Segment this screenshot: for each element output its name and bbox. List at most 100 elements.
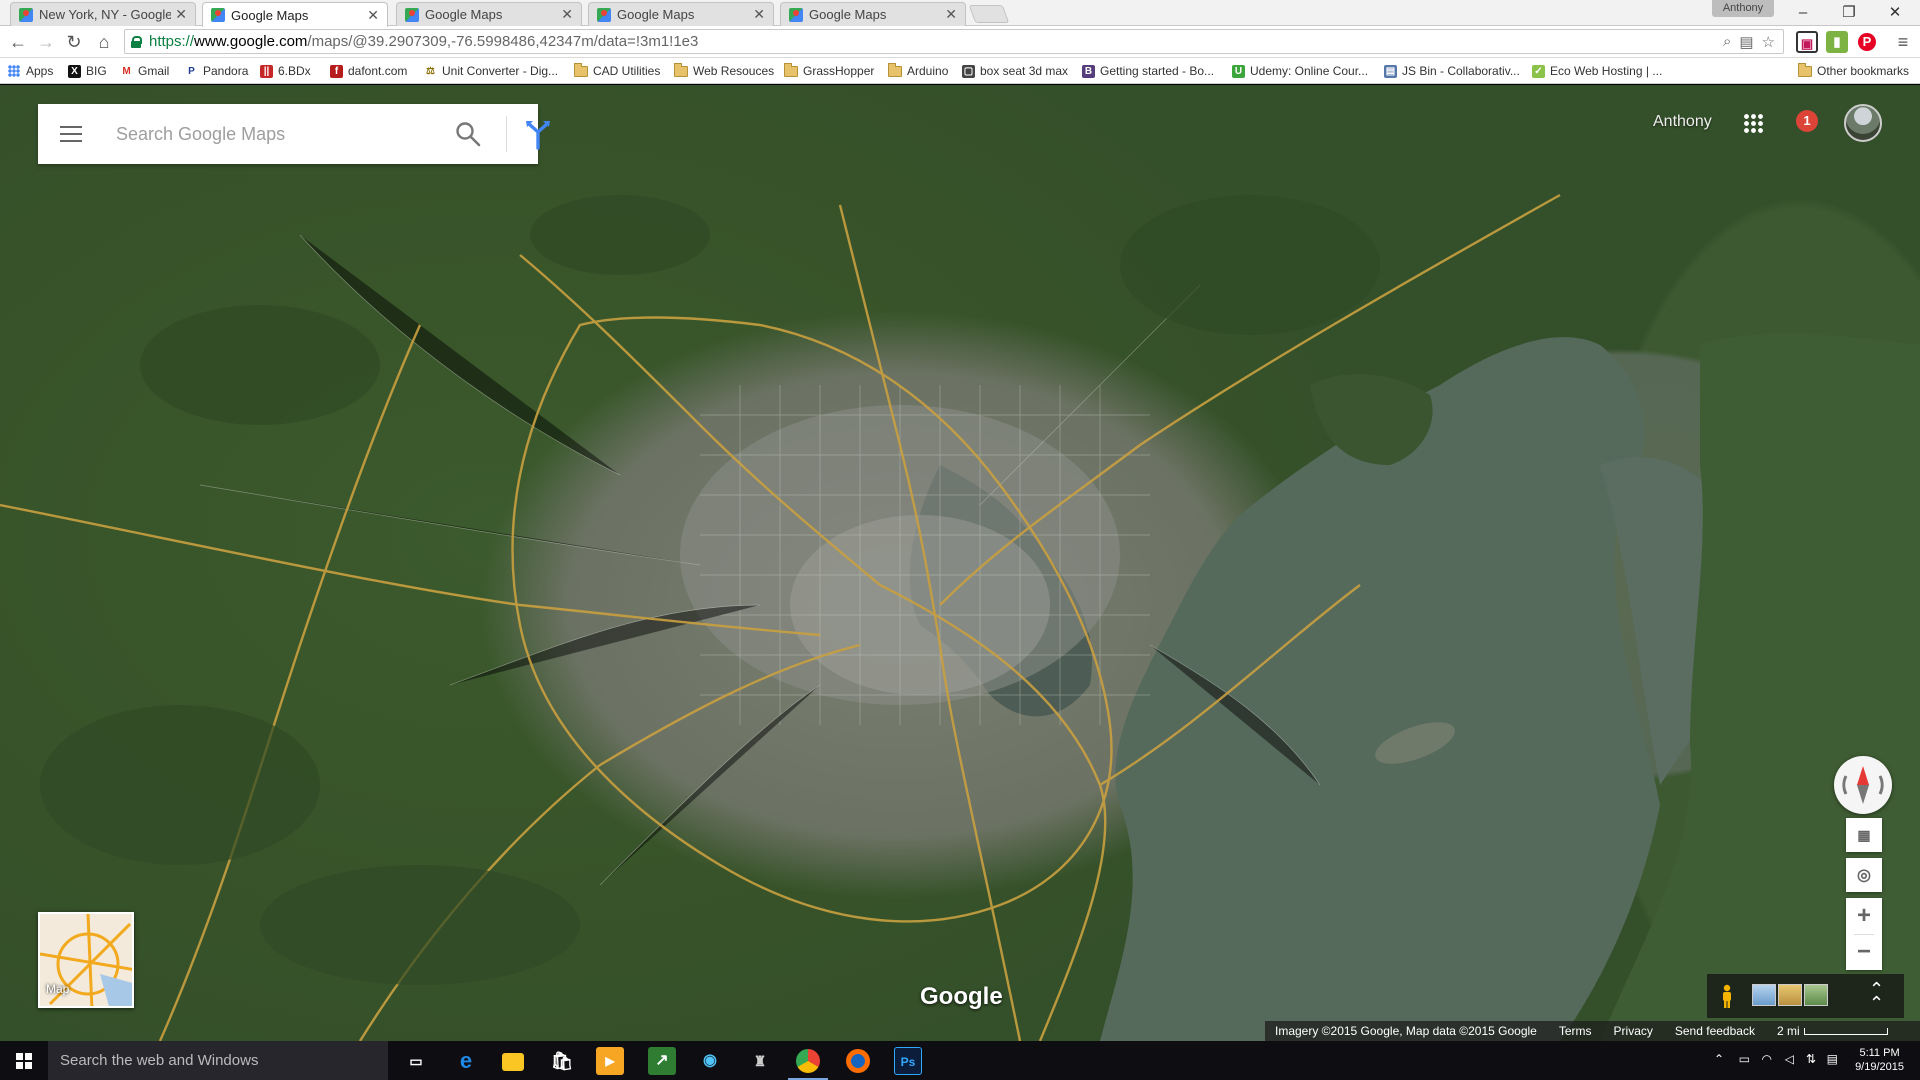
search-icon[interactable] <box>454 120 482 148</box>
bookmark-jsbin[interactable]: ▤ JS Bin - Collaborativ... <box>1384 63 1520 79</box>
page-action-icon[interactable]: ▤ <box>1739 33 1753 51</box>
account-name[interactable]: Anthony <box>1653 113 1712 131</box>
zoom-in-button[interactable]: + <box>1846 898 1882 934</box>
new-tab-button[interactable] <box>968 5 1010 23</box>
pinterest-icon[interactable]: P <box>1858 33 1876 51</box>
tab-close-icon[interactable]: ✕ <box>753 6 765 23</box>
edge-icon[interactable]: e <box>452 1047 480 1075</box>
extension-evernote-icon[interactable]: ▮ <box>1826 31 1848 53</box>
bookmark-grasshopper[interactable]: GrassHopper <box>784 62 874 79</box>
profile-button[interactable]: Anthony <box>1712 0 1774 17</box>
zoom-magnifier-icon[interactable]: ⌕ <box>1723 33 1731 51</box>
extension-color-picker-icon[interactable]: ▣ <box>1796 31 1818 53</box>
tab-google-maps-active[interactable]: Google Maps ✕ <box>202 2 388 27</box>
chrome-icon[interactable] <box>796 1049 820 1073</box>
media-player-icon[interactable]: ▶ <box>596 1047 624 1075</box>
imagery-thumb-3[interactable] <box>1804 984 1828 1006</box>
tab-close-icon[interactable]: ✕ <box>945 6 957 23</box>
google-maps-favicon-icon <box>789 7 803 22</box>
bookmark-apps[interactable]: Apps <box>8 63 53 79</box>
browser-toolbar: ← → ↻ ⌂ https://www.google.com/maps/@39.… <box>0 26 1920 58</box>
taskbar-clock[interactable]: 5:11 PM 9/19/2015 <box>1855 1046 1904 1074</box>
battery-icon[interactable]: ▭ <box>1739 1052 1750 1066</box>
address-bar[interactable]: https://www.google.com/maps/@39.2907309,… <box>124 29 1784 54</box>
tab-google-maps-4[interactable]: Google Maps ✕ <box>780 2 966 26</box>
network-app-icon[interactable]: ◉ <box>696 1047 724 1075</box>
action-center-icon[interactable]: ▤ <box>1827 1052 1838 1066</box>
store-icon[interactable]: 🛍 <box>548 1047 576 1075</box>
close-window-button[interactable]: ✕ <box>1872 0 1918 26</box>
terms-link[interactable]: Terms <box>1559 1024 1592 1038</box>
taskbar-search-box[interactable]: Search the web and Windows <box>48 1041 388 1080</box>
bookmark-arduino[interactable]: Arduino <box>888 62 948 79</box>
reload-icon[interactable]: ↻ <box>62 30 86 54</box>
folder-icon <box>574 62 588 77</box>
minimize-button[interactable]: – <box>1780 0 1826 26</box>
bookmark-star-icon[interactable]: ☆ <box>1762 33 1775 51</box>
clock-time: 5:11 PM <box>1859 1047 1900 1059</box>
bookmark-gmail[interactable]: M Gmail <box>120 63 169 79</box>
bookmark-eco-web-hosting[interactable]: ✓ Eco Web Hosting | ... <box>1532 63 1662 79</box>
forward-arrow-icon[interactable]: → <box>34 30 58 54</box>
google-apps-grid-icon[interactable] <box>1743 113 1763 133</box>
apps-grid-icon <box>8 65 20 77</box>
bookmark-bdx[interactable]: || 6.BDx <box>260 63 311 79</box>
bookmark-udemy[interactable]: U Udemy: Online Cour... <box>1232 63 1368 79</box>
tab-title: Google Maps <box>231 7 309 23</box>
compass-control[interactable] <box>1834 756 1892 814</box>
scale-bar[interactable]: 2 mi <box>1777 1024 1888 1038</box>
bookmark-unit-converter[interactable]: ⚖ Unit Converter - Dig... <box>424 63 558 79</box>
bookmark-bootstrap[interactable]: B Getting started - Bo... <box>1082 63 1214 79</box>
back-arrow-icon[interactable]: ← <box>6 30 30 54</box>
zoom-out-button[interactable]: − <box>1846 934 1882 970</box>
tab-new-york[interactable]: New York, NY - Google M ✕ <box>10 2 196 26</box>
tab-google-maps-3[interactable]: Google Maps ✕ <box>588 2 774 26</box>
tab-close-icon[interactable]: ✕ <box>561 6 573 23</box>
clock-date: 9/19/2015 <box>1855 1061 1904 1073</box>
game-app-icon[interactable]: ♜ <box>746 1047 774 1075</box>
task-view-icon[interactable]: ▭ <box>402 1047 430 1075</box>
bookmark-box-seat[interactable]: ▢ box seat 3d max <box>962 63 1068 79</box>
menu-hamburger-icon[interactable] <box>60 126 82 142</box>
map-view-switcher[interactable]: Map <box>38 912 134 1008</box>
imagery-thumb-2[interactable] <box>1778 984 1802 1006</box>
tab-google-maps-2[interactable]: Google Maps ✕ <box>396 2 582 26</box>
url-path: /maps/@39.2907309,-76.5998486,42347m/dat… <box>307 33 699 50</box>
send-feedback-link[interactable]: Send feedback <box>1675 1024 1755 1038</box>
url-scheme: https:// <box>149 33 195 50</box>
sync-icon[interactable]: ⇅ <box>1806 1052 1816 1066</box>
directions-icon[interactable] <box>524 118 552 150</box>
bookmark-web-resouces[interactable]: Web Resouces <box>674 62 774 79</box>
satellite-map[interactable]: Google Map <box>0 85 1920 1041</box>
avatar[interactable] <box>1844 104 1882 142</box>
photoshop-icon[interactable]: Ps <box>894 1047 922 1075</box>
other-bookmarks[interactable]: Other bookmarks <box>1798 62 1909 79</box>
pegman-icon[interactable] <box>1720 984 1734 1008</box>
wifi-icon[interactable]: ◠ <box>1762 1052 1772 1066</box>
bookmark-big[interactable]: X BIG <box>68 63 107 79</box>
bookmark-pandora[interactable]: P Pandora <box>185 63 248 79</box>
bootstrap-icon: B <box>1082 64 1095 78</box>
tab-close-icon[interactable]: ✕ <box>175 6 187 23</box>
volume-icon[interactable]: ◁ <box>1785 1052 1794 1066</box>
windows-start-icon[interactable] <box>16 1053 32 1069</box>
maximize-button[interactable]: ❐ <box>1826 0 1872 26</box>
privacy-link[interactable]: Privacy <box>1614 1024 1653 1038</box>
bookmark-dafont[interactable]: f dafont.com <box>330 63 407 79</box>
tray-chevron-icon[interactable]: ⌃ <box>1714 1052 1724 1066</box>
tilt-view-button[interactable]: ▦ <box>1846 818 1882 852</box>
my-location-button[interactable]: ◎ <box>1846 858 1882 892</box>
imagery-thumb-1[interactable] <box>1752 984 1776 1006</box>
search-input[interactable] <box>116 118 416 150</box>
finance-app-icon[interactable]: ↗ <box>648 1047 676 1075</box>
tab-close-icon[interactable]: ✕ <box>367 7 379 24</box>
satellite-imagery <box>0 193 1920 1041</box>
chevron-up-icon[interactable]: ⌃ ⌃ <box>1869 980 1884 1012</box>
notification-badge[interactable]: 1 <box>1796 110 1818 132</box>
file-explorer-icon[interactable] <box>502 1053 524 1071</box>
firefox-icon[interactable] <box>846 1049 870 1073</box>
bookmark-cad-utilities[interactable]: CAD Utilities <box>574 62 660 79</box>
home-icon[interactable]: ⌂ <box>92 30 116 54</box>
chrome-menu-icon[interactable]: ≡ <box>1892 31 1914 53</box>
my-location-icon: ◎ <box>1857 867 1871 884</box>
